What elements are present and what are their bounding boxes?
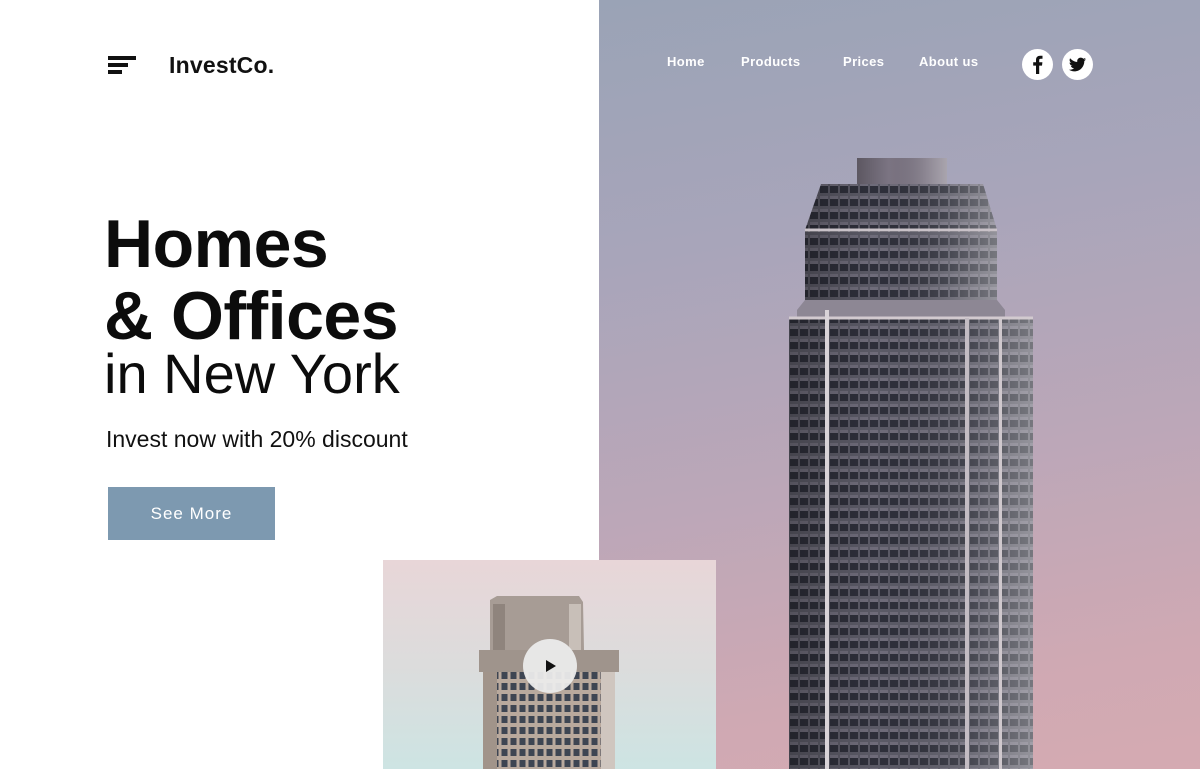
nav-products[interactable]: Products <box>741 54 801 69</box>
logo-bar <box>108 63 128 67</box>
nav-home[interactable]: Home <box>667 54 705 69</box>
brand-name[interactable]: InvestCo. <box>169 52 274 79</box>
play-button[interactable] <box>523 639 577 693</box>
logo-bar <box>108 70 122 74</box>
video-thumbnail[interactable] <box>383 560 716 769</box>
hero-subtitle: Invest now with 20% discount <box>106 426 408 452</box>
twitter-icon <box>1068 57 1086 72</box>
twitter-button[interactable] <box>1062 49 1093 80</box>
facebook-icon <box>1033 55 1043 74</box>
hero-title-line-1: Homes <box>104 206 329 282</box>
facebook-button[interactable] <box>1022 49 1053 80</box>
nav-prices[interactable]: Prices <box>843 54 884 69</box>
hero-title-line-2: & Offices <box>104 278 399 354</box>
logo-icon[interactable] <box>108 56 136 74</box>
see-more-button[interactable]: See More <box>108 487 275 540</box>
play-icon <box>546 660 556 672</box>
logo-bar <box>108 56 136 60</box>
hero-title-line-3: in New York <box>104 342 400 405</box>
nav-about-us[interactable]: About us <box>919 54 979 69</box>
